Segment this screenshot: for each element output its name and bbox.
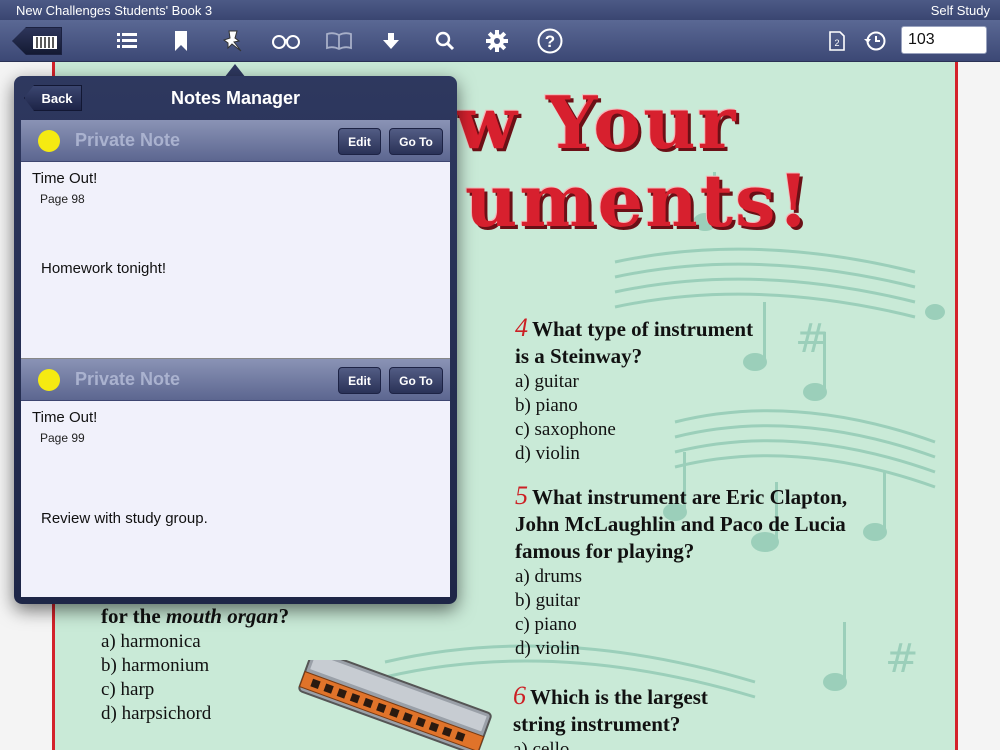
- harmonica-illustration: [298, 660, 492, 750]
- mode-label: Self Study: [930, 2, 990, 18]
- page-number-input[interactable]: [901, 26, 987, 54]
- note-text: Review with study group.: [41, 510, 208, 527]
- book-title: New Challenges Students' Book 3: [16, 2, 213, 18]
- page-icon[interactable]: 2: [824, 29, 850, 53]
- answer-option: d) harpsichord: [101, 703, 212, 724]
- answer-option: c) saxophone: [515, 419, 616, 440]
- note-title: Time Out!: [32, 409, 98, 426]
- note-title: Time Out!: [32, 170, 98, 187]
- library-button[interactable]: [12, 27, 62, 55]
- note-header: Private Note Edit Go To: [21, 359, 450, 401]
- popover-header: Back Notes Manager: [14, 76, 457, 120]
- question-3-partial: for the mouth organ? a) harmonica b) har…: [101, 604, 290, 724]
- note-color-dot: [38, 369, 60, 391]
- note-type: Private Note: [75, 369, 181, 389]
- answer-option: a) harmonica: [101, 631, 201, 652]
- toolbar: ? 2: [0, 20, 1000, 62]
- answer-option: d) violin: [515, 443, 580, 464]
- answer-option: b) harmonium: [101, 655, 210, 676]
- title-bar: New Challenges Students' Book 3 Self Stu…: [0, 0, 1000, 20]
- history-icon[interactable]: [862, 29, 888, 53]
- answer-option: c) piano: [515, 614, 577, 635]
- answer-option: c) harp: [101, 679, 155, 700]
- note-text: Homework tonight!: [41, 260, 167, 277]
- note-page: Page 99: [40, 431, 85, 445]
- help-icon[interactable]: ?: [536, 28, 564, 54]
- note-header: Private Note Edit Go To: [21, 120, 450, 162]
- search-icon[interactable]: [432, 29, 458, 53]
- question-number: 5: [515, 481, 528, 510]
- question-number: 4: [515, 313, 528, 342]
- popover-title: Notes Manager: [170, 88, 301, 108]
- gear-icon[interactable]: [484, 29, 510, 53]
- page-title-line2: uments!: [465, 158, 812, 243]
- note-item[interactable]: Private Note Edit Go To Time Out! Page 9…: [21, 120, 450, 359]
- bookmark-icon[interactable]: [168, 29, 194, 53]
- note-type: Private Note: [75, 130, 181, 150]
- contents-icon[interactable]: [114, 29, 140, 53]
- answer-option: a) drums: [515, 566, 583, 587]
- edit-button[interactable]: Edit: [338, 367, 381, 394]
- answer-option: a) guitar: [515, 371, 579, 392]
- goto-button[interactable]: Go To: [389, 367, 443, 394]
- question-4: 4 What type of instrument is a Steinway? …: [515, 313, 754, 464]
- edit-button[interactable]: Edit: [338, 128, 381, 155]
- svg-text:2: 2: [834, 38, 839, 48]
- notes-list: Private Note Edit Go To Time Out! Page 9…: [21, 120, 450, 597]
- answer-option: b) piano: [515, 395, 578, 416]
- goto-button[interactable]: Go To: [389, 128, 443, 155]
- notes-manager-popover: Back Notes Manager Private Note Edit Go …: [14, 76, 457, 604]
- note-color-dot: [38, 130, 60, 152]
- svg-text:#: #: [885, 636, 919, 682]
- library-icon: [33, 36, 57, 49]
- answer-option: d) violin: [515, 638, 580, 659]
- question-6: 6 Which is the largest string instrument?…: [513, 682, 708, 750]
- download-icon[interactable]: [378, 29, 404, 53]
- svg-text:#: #: [795, 316, 829, 362]
- question-number: 6: [513, 681, 526, 710]
- glasses-icon[interactable]: [270, 29, 302, 53]
- book-icon: [324, 29, 354, 53]
- answer-option: b) guitar: [515, 590, 580, 611]
- note-item[interactable]: Private Note Edit Go To Time Out! Page 9…: [21, 359, 450, 597]
- question-5: 5 What instrument are Eric Clapton, John …: [515, 481, 848, 659]
- page-title-line1: w Your: [455, 80, 738, 165]
- answer-option: a) cello: [513, 739, 570, 750]
- note-page: Page 98: [40, 192, 85, 206]
- svg-text:?: ?: [545, 32, 555, 51]
- pin-icon[interactable]: [220, 29, 246, 53]
